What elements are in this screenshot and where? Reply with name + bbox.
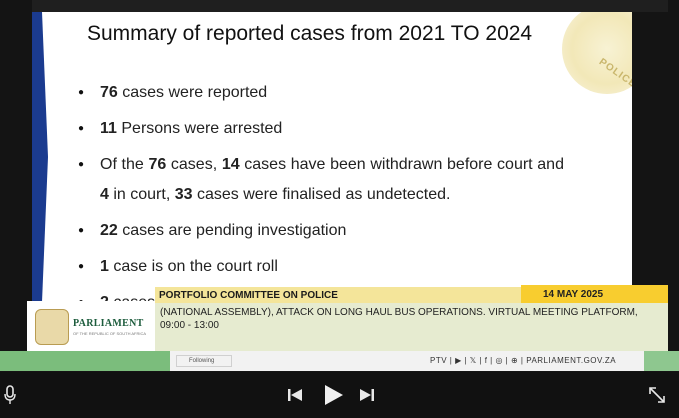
parliament-logo: PARLIAMENT OF THE REPUBLIC OF SOUTH AFRI…	[27, 301, 155, 351]
presentation-slide: POLICE Summary of reported cases from 20…	[32, 12, 632, 302]
bullet-number: 4	[100, 186, 109, 203]
video-frame[interactable]: POLICE Summary of reported cases from 20…	[0, 0, 679, 372]
player-controls	[0, 372, 679, 418]
ticker-bar: Following PTV | ▶ | 𝕏 | f | ◎ | ⊕ | PARL…	[0, 351, 679, 371]
bullet-text: Persons were arrested	[116, 120, 283, 137]
meeting-description-box: (NATIONAL ASSEMBLY), ATTACK ON LONG HAUL…	[155, 303, 668, 351]
brand-name: PARLIAMENT	[73, 318, 144, 329]
bullet-item: Of the 76 cases, 14 cases have been with…	[78, 150, 564, 210]
following-badge: Following	[176, 355, 232, 367]
lower-third: PARLIAMENT OF THE REPUBLIC OF SOUTH AFRI…	[27, 285, 668, 351]
brand-subtitle: OF THE REPUBLIC OF SOUTH AFRICA	[73, 331, 147, 336]
bullet-number: 11	[100, 120, 117, 137]
slide-accent-band	[32, 12, 48, 302]
bullet-text: case is on the court roll	[108, 258, 278, 275]
bullet-text: cases were reported	[117, 84, 268, 101]
committee-name: PORTFOLIO COMMITTEE ON POLICE	[159, 290, 338, 301]
slide-title: Summary of reported cases from 2021 TO 2…	[87, 22, 533, 45]
bullet-text: cases,	[166, 156, 222, 173]
skip-next-icon[interactable]	[359, 387, 375, 403]
bullet-number: 22	[100, 222, 118, 239]
skip-previous-icon[interactable]	[287, 387, 303, 403]
date-badge: 14 MAY 2025	[521, 285, 668, 303]
bullet-item: 1 case is on the court roll	[78, 252, 564, 282]
bullet-number: 76	[100, 84, 118, 101]
bullet-text: cases have been withdrawn before court a…	[239, 156, 564, 173]
bullet-number: 14	[221, 156, 240, 173]
meeting-description: (NATIONAL ASSEMBLY), ATTACK ON LONG HAUL…	[160, 307, 638, 331]
top-bar	[32, 0, 668, 12]
coat-of-arms-icon	[35, 309, 69, 345]
bullet-number: 33	[174, 186, 193, 203]
bullet-number: 1	[100, 258, 109, 275]
bullet-list: 76 cases were reported 11 Persons were a…	[78, 78, 564, 302]
bullet-text: cases were finalised as undetected.	[192, 186, 451, 203]
social-links: PTV | ▶ | 𝕏 | f | ◎ | ⊕ | PARLIAMENT.GOV…	[430, 356, 617, 365]
bullet-text: Of the	[100, 156, 149, 173]
committee-header: PORTFOLIO COMMITTEE ON POLICE 14 MAY 202…	[155, 285, 668, 303]
ticker-social-band: Following PTV | ▶ | 𝕏 | f | ◎ | ⊕ | PARL…	[170, 351, 644, 371]
bullet-text: in court,	[108, 186, 175, 203]
meeting-date: 14 MAY 2025	[543, 289, 604, 300]
expand-icon[interactable]	[648, 386, 666, 404]
mic-icon[interactable]	[4, 385, 16, 405]
play-icon[interactable]	[322, 384, 344, 406]
bullet-text: cases are pending investigation	[117, 222, 347, 239]
ticker-left-band	[0, 351, 170, 371]
bullet-item: 76 cases were reported	[78, 78, 564, 108]
bullet-item: 22 cases are pending investigation	[78, 216, 564, 246]
bullet-item: 11 Persons were arrested	[78, 114, 564, 144]
bullet-number: 76	[148, 156, 167, 173]
